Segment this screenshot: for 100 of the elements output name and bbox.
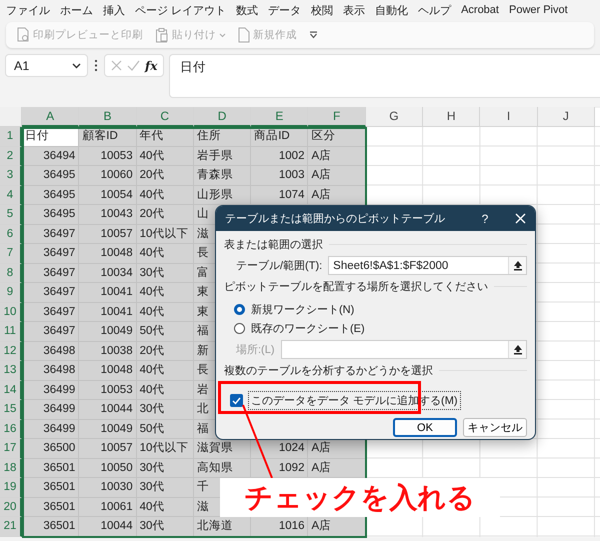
row-header[interactable]: 4 <box>0 186 22 205</box>
column-header[interactable]: D <box>194 107 252 127</box>
row-header[interactable]: 2 <box>0 146 22 166</box>
table-cell: 10038 <box>79 342 137 361</box>
column-header[interactable]: H <box>423 107 480 127</box>
name-box[interactable]: A1 <box>5 54 88 77</box>
checkbox-label[interactable]: このデータをデータ モデルに追加する(M) <box>248 391 461 410</box>
table-cell: 10041 <box>79 283 137 302</box>
menu-tab[interactable]: Power Pivot <box>508 4 568 16</box>
table-cell: 36497 <box>22 244 80 264</box>
table-cell: 10041 <box>79 302 137 322</box>
collapse-button[interactable] <box>508 257 526 274</box>
column-header[interactable]: A <box>22 107 80 127</box>
row-header[interactable]: 1 <box>0 127 22 146</box>
column-header[interactable]: E <box>251 107 308 127</box>
menu-tab[interactable]: 挿入 <box>103 2 125 18</box>
radio-label[interactable]: 既存のワークシート(E) <box>251 321 365 336</box>
table-cell: A店 <box>308 166 366 186</box>
table-cell: 1002 <box>251 146 308 166</box>
toolbar-item[interactable]: 貼り付け <box>172 28 216 42</box>
row-header[interactable]: 8 <box>0 264 22 283</box>
radio-label[interactable]: 新規ワークシート(N) <box>251 302 354 317</box>
table-cell: 1024 <box>251 439 308 458</box>
table-cell: 36501 <box>22 458 80 478</box>
table-cell: 20代 <box>136 205 194 224</box>
table-cell: 10048 <box>79 361 137 380</box>
range-field[interactable]: Sheet6!$A$1:$F$2000 <box>328 256 527 275</box>
help-button[interactable]: ? <box>465 212 505 226</box>
table-cell: 10057 <box>79 439 137 458</box>
row-header[interactable]: 13 <box>0 361 22 380</box>
menu-tab[interactable]: ヘルプ <box>418 2 452 18</box>
row-header[interactable]: 11 <box>0 322 22 342</box>
row-header[interactable]: 18 <box>0 458 22 478</box>
location-field[interactable] <box>280 340 527 359</box>
toolbar-item[interactable]: 新規作成 <box>253 28 297 42</box>
row-header[interactable]: 10 <box>0 302 22 322</box>
column-header[interactable]: J <box>538 107 595 127</box>
table-cell: 10034 <box>79 264 137 283</box>
column-header[interactable]: I <box>480 107 538 127</box>
close-icon[interactable] <box>514 213 526 224</box>
table-cell: 36497 <box>22 302 80 322</box>
menu-tab[interactable]: 数式 <box>236 2 258 18</box>
table-cell: 10053 <box>79 380 137 400</box>
insert-function-button[interactable]: fx <box>145 58 158 72</box>
table-cell: 36498 <box>22 361 80 380</box>
row-header[interactable]: 3 <box>0 166 22 186</box>
row-header[interactable]: 7 <box>0 244 22 264</box>
row-header[interactable]: 21 <box>0 517 22 536</box>
ok-button[interactable]: OK <box>393 418 457 437</box>
table-cell: 36501 <box>22 498 80 517</box>
table-cell: 岩手県 <box>194 146 252 166</box>
menu-tab[interactable]: ファイル <box>6 2 50 18</box>
row-header[interactable]: 16 <box>0 420 22 439</box>
row-header[interactable]: 19 <box>0 478 22 498</box>
checkbox[interactable] <box>230 394 243 407</box>
annotation-callout: チェックを入れる <box>220 478 500 517</box>
table-cell: 36498 <box>22 342 80 361</box>
row-header[interactable]: 12 <box>0 342 22 361</box>
column-header[interactable]: F <box>308 107 366 127</box>
customize-icon[interactable] <box>309 31 318 39</box>
table-cell: 36497 <box>22 264 80 283</box>
table-cell: 36494 <box>22 146 80 166</box>
toolbar-item[interactable]: 印刷プレビューと印刷 <box>33 28 143 42</box>
radio-button[interactable] <box>234 323 245 334</box>
menu-tab[interactable]: Acrobat <box>461 4 499 16</box>
radio-button[interactable] <box>234 304 245 315</box>
table-cell: 高知県 <box>194 458 252 478</box>
column-header[interactable]: C <box>136 107 194 127</box>
table-cell: 10054 <box>79 186 137 205</box>
table-cell: 36495 <box>22 205 80 224</box>
column-header[interactable]: B <box>79 107 137 127</box>
table-cell: 30代 <box>136 458 194 478</box>
menu-tab[interactable]: ホーム <box>60 2 93 18</box>
collapse-icon <box>512 260 522 271</box>
menu-tab[interactable]: 校閲 <box>311 2 334 18</box>
column-header[interactable]: G <box>366 107 424 127</box>
table-cell: 40代 <box>136 244 194 264</box>
cancel-button[interactable]: キャンセル <box>463 418 527 437</box>
formula-field[interactable]: 日付 <box>169 54 600 98</box>
table-cell: 36500 <box>22 439 80 458</box>
menu-tab[interactable]: データ <box>268 2 302 18</box>
menu-tab[interactable]: 表示 <box>343 2 366 18</box>
row-header[interactable]: 20 <box>0 498 22 517</box>
menu-tab[interactable]: 自動化 <box>375 2 408 18</box>
table-cell: 40代 <box>136 498 194 517</box>
table-cell: 10049 <box>79 322 137 342</box>
table-cell: 10049 <box>79 420 137 439</box>
menu-tab[interactable]: ページ レイアウト <box>135 2 226 18</box>
table-cell: A店 <box>308 439 366 458</box>
clipboard-icon[interactable] <box>155 27 169 43</box>
row-header[interactable]: 9 <box>0 283 22 302</box>
table-cell: 10050 <box>79 458 137 478</box>
row-header[interactable]: 15 <box>0 400 22 420</box>
row-header[interactable]: 17 <box>0 439 22 458</box>
row-header[interactable]: 6 <box>0 224 22 244</box>
row-header[interactable]: 14 <box>0 380 22 400</box>
table-cell: 顧客ID <box>79 127 137 146</box>
collapse-button[interactable] <box>508 341 526 358</box>
table-cell: 36497 <box>22 322 80 342</box>
row-header[interactable]: 5 <box>0 205 22 224</box>
